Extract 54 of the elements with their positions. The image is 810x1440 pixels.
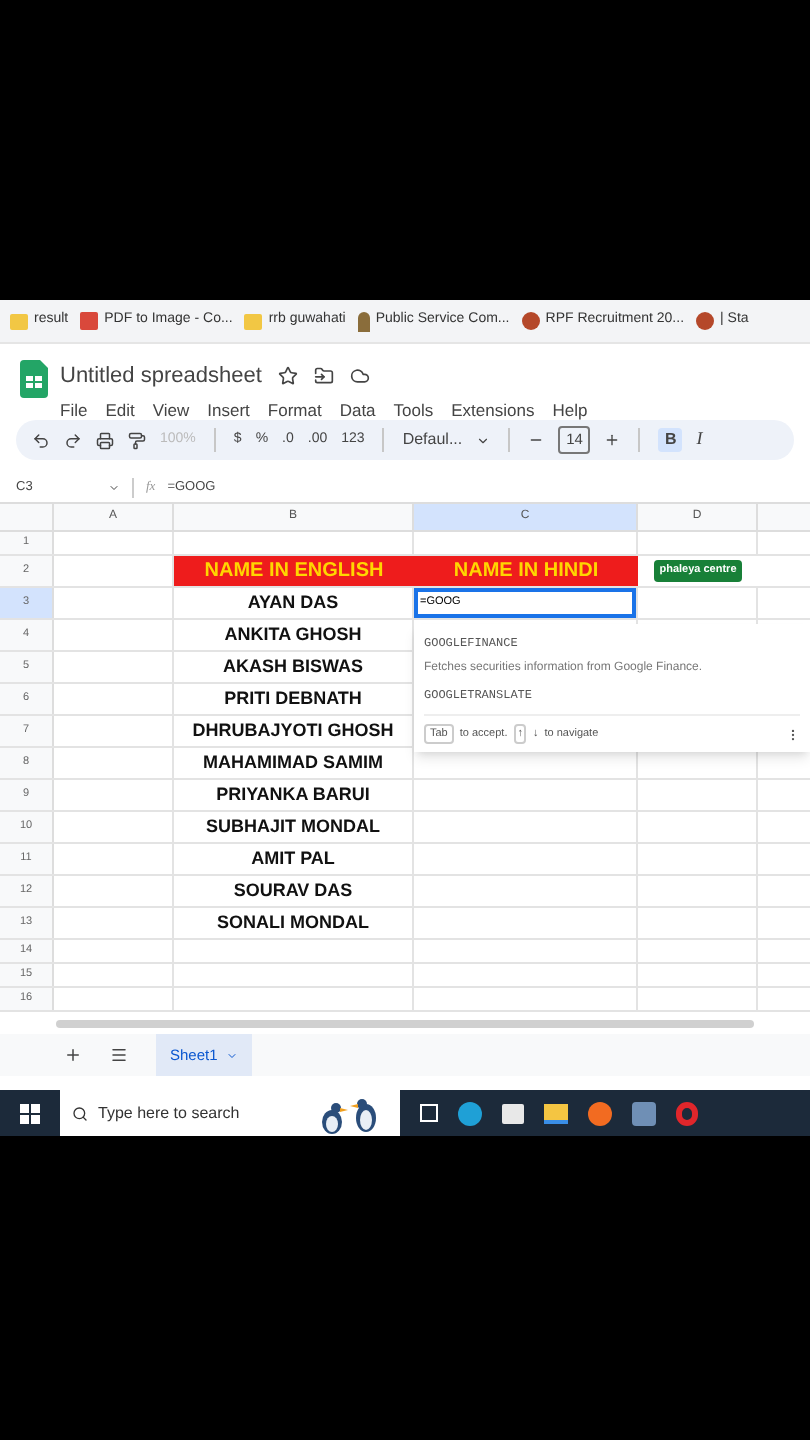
plus-icon[interactable] (604, 432, 621, 448)
folder-icon[interactable] (544, 1103, 568, 1123)
bold-button[interactable]: B (658, 428, 683, 452)
menu-icon[interactable] (110, 1046, 128, 1064)
menu-item[interactable]: Edit (105, 397, 135, 423)
sheets-logo-icon[interactable] (20, 360, 48, 398)
menu-item[interactable]: Insert (207, 397, 250, 423)
menu-item[interactable]: Format (267, 397, 322, 423)
more-icon[interactable] (786, 727, 800, 742)
browser-icon[interactable] (458, 1101, 482, 1125)
app-icon[interactable] (632, 1101, 656, 1125)
name-cell-text: AMIT PAL (251, 845, 335, 872)
star-icon[interactable] (277, 366, 298, 387)
redo-icon[interactable] (64, 431, 82, 449)
menu-item[interactable]: Data (339, 397, 376, 423)
store-icon[interactable] (502, 1103, 524, 1123)
folder-icon[interactable] (313, 366, 334, 387)
windows-logo-icon[interactable] (20, 1103, 40, 1123)
task-view-icon[interactable] (420, 1104, 438, 1122)
browser-icon[interactable] (588, 1101, 612, 1125)
add-sheet-icon[interactable] (64, 1046, 82, 1064)
menu-item[interactable]: File (60, 397, 88, 423)
menu-item[interactable]: Help (552, 397, 588, 423)
print-icon[interactable] (96, 431, 114, 449)
name-cell-text: PRITI DEBNATH (224, 685, 362, 712)
name-cell-text: PRIYANKA BARUI (216, 781, 370, 808)
name-cell-text: AYAN DAS (247, 589, 339, 616)
emblem-icon (357, 311, 370, 331)
name-cell-text: SOURAV DAS (233, 877, 353, 904)
name-cell-text: SONALI MONDAL (217, 909, 369, 936)
avatar-icon (521, 312, 540, 330)
cloud-icon[interactable] (349, 366, 370, 387)
font-select[interactable]: Defaul... (402, 428, 463, 452)
menu-item[interactable]: Tools (393, 397, 434, 423)
name-cell-text: ANKITA GHOSH (224, 621, 362, 648)
browser-icon[interactable] (676, 1101, 698, 1125)
folder-icon (244, 313, 263, 329)
paint-format-icon[interactable] (128, 431, 146, 449)
document-icon (80, 312, 99, 330)
undo-icon[interactable] (32, 431, 50, 449)
scrollbar[interactable] (56, 1020, 754, 1028)
taskbar-search-field[interactable]: Type here to search (60, 1090, 400, 1136)
name-cell-text: MAHAMIMAD SAMIM (203, 749, 383, 776)
name-cell-text: AKASH BISWAS (222, 653, 363, 680)
folder-icon (10, 313, 28, 329)
caret-icon[interactable] (476, 433, 491, 447)
search-icon (72, 1105, 88, 1121)
menu-item[interactable]: Extensions (451, 397, 535, 423)
name-cell-text: DHRUBAJYOTI GHOSH (192, 717, 394, 744)
name-cell-text: SUBHAJIT MONDAL (206, 813, 380, 840)
italic-button[interactable]: I (696, 426, 703, 454)
avatar-icon (696, 312, 715, 330)
document-title[interactable]: Untitled spreadsheet (60, 360, 262, 393)
menu-item[interactable]: View (152, 397, 190, 423)
